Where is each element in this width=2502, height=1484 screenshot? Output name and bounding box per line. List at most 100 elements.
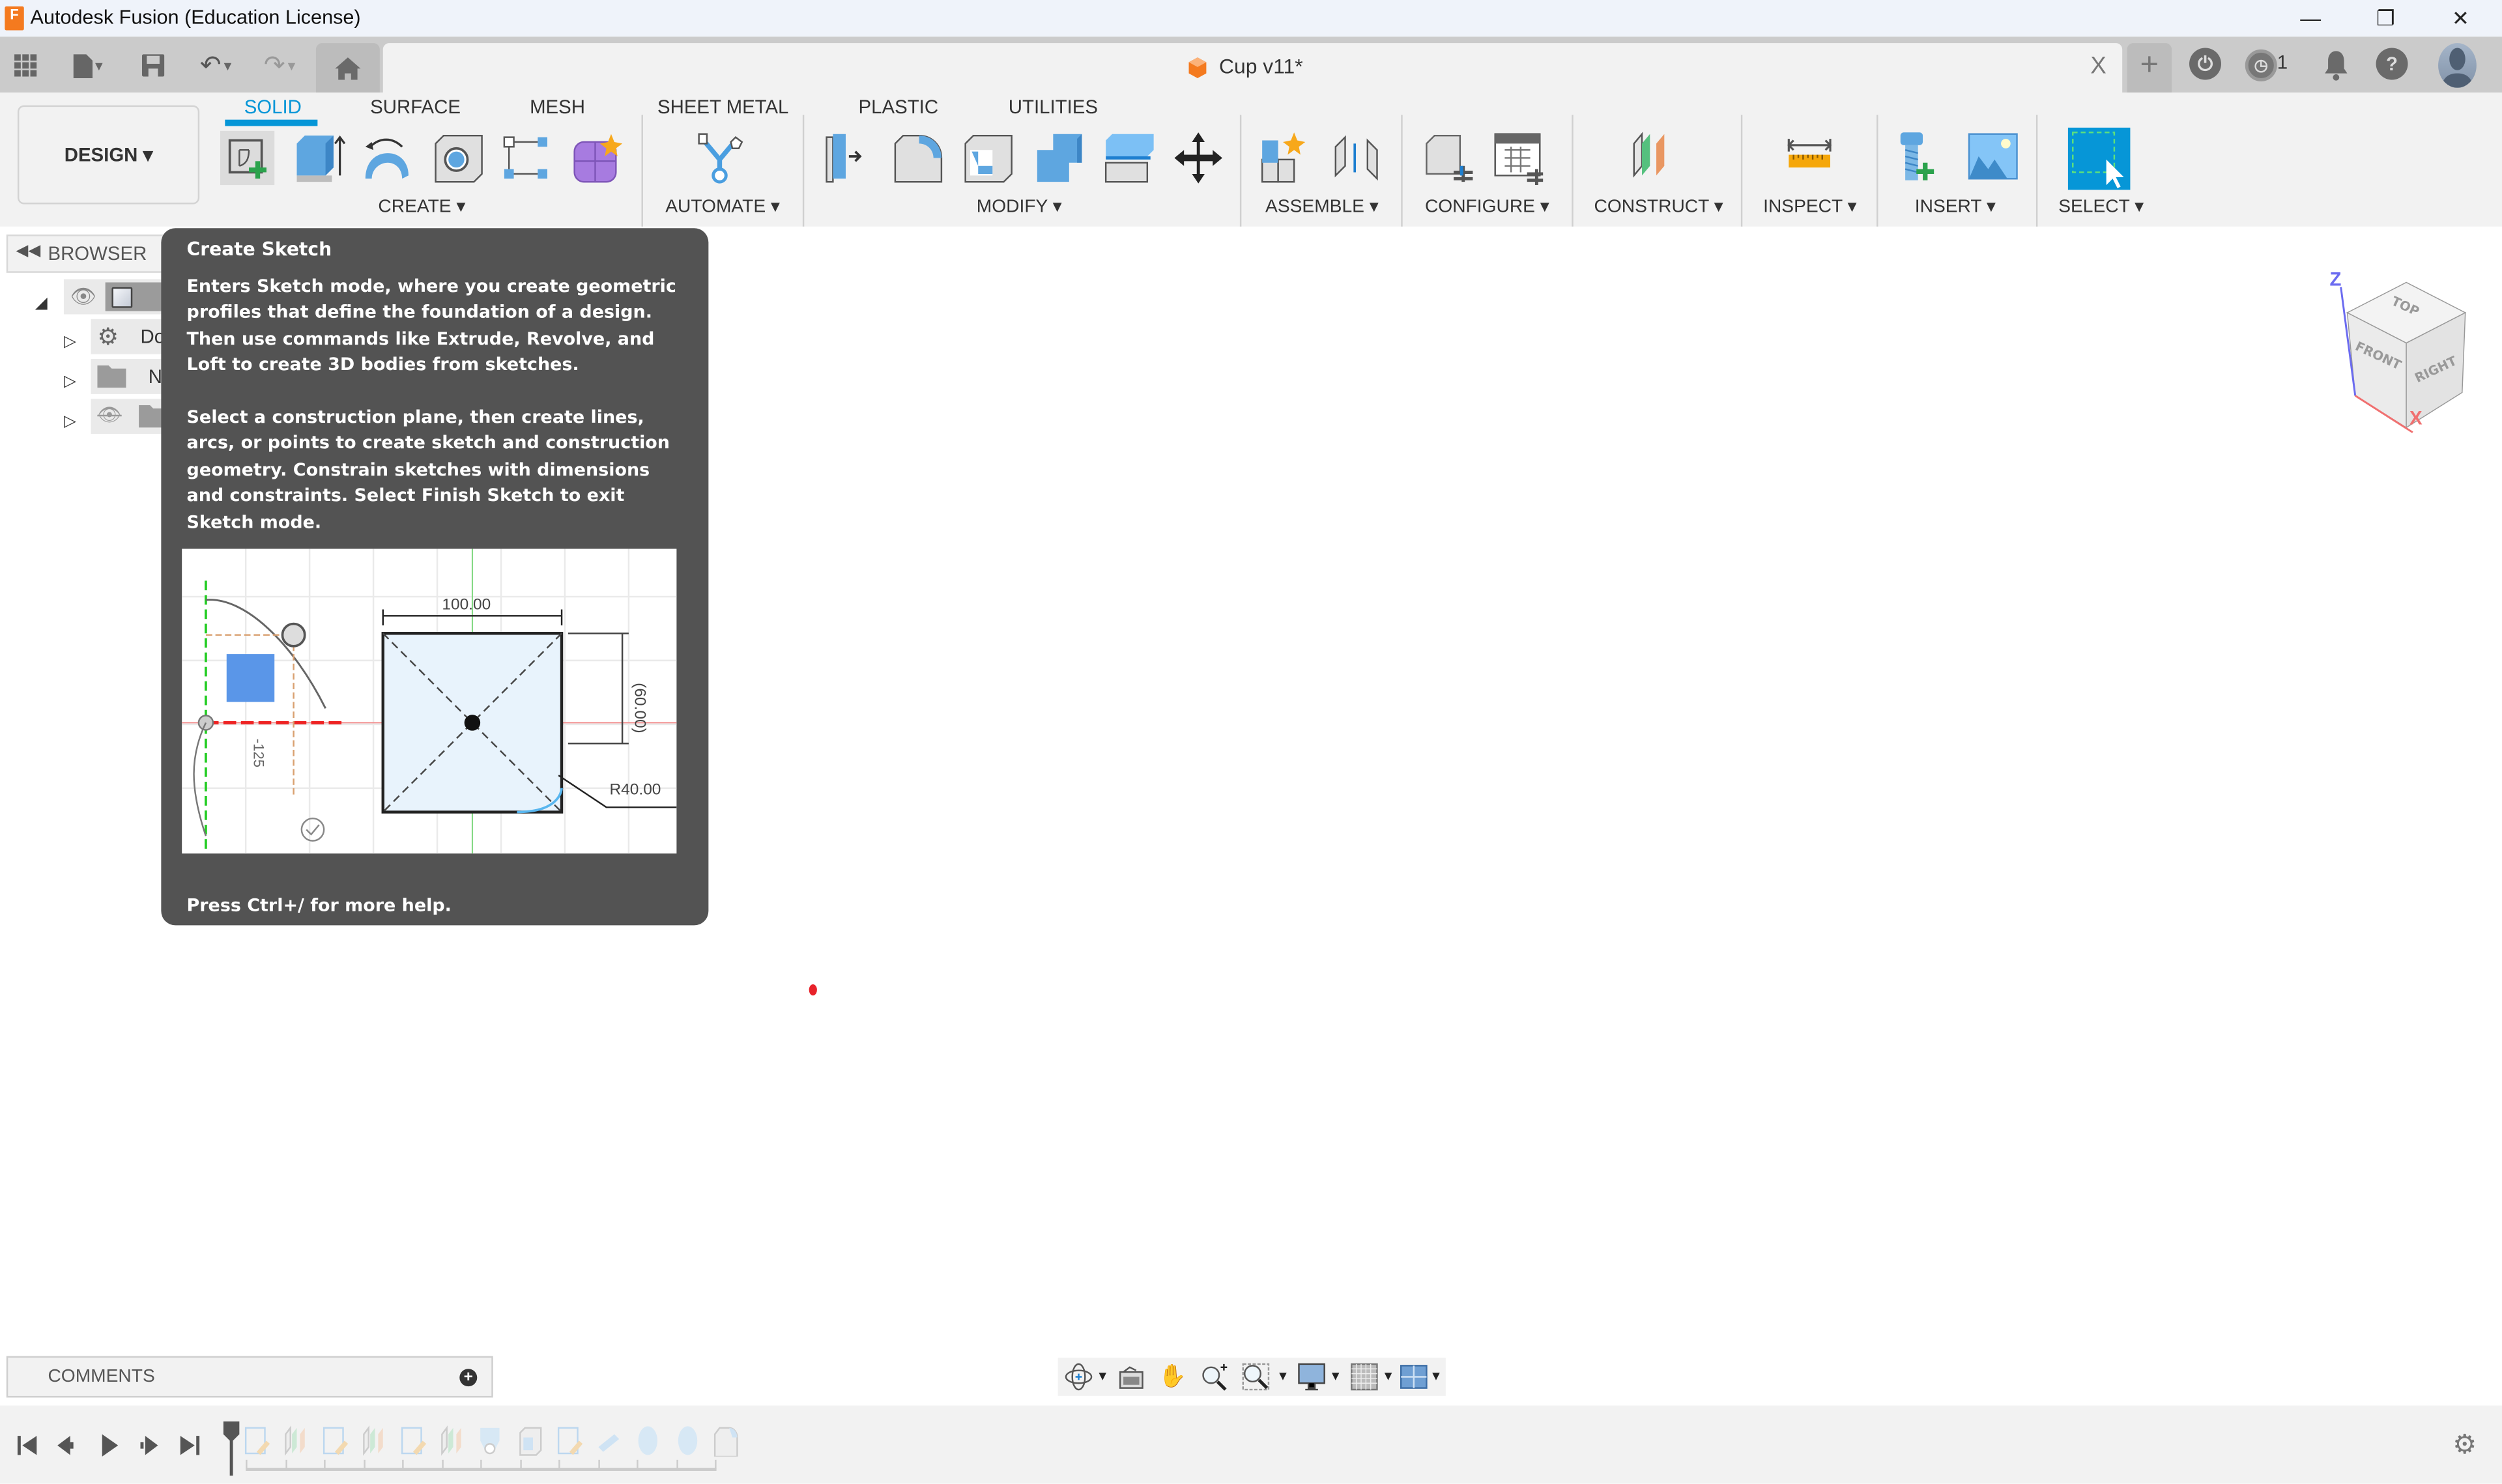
home-tab[interactable] — [315, 43, 380, 93]
offset-plane-button[interactable] — [1629, 131, 1683, 185]
combine-button[interactable] — [1031, 131, 1085, 185]
look-at-button[interactable] — [1117, 1362, 1145, 1391]
offset-face-button[interactable] — [1101, 131, 1155, 185]
fillet-button[interactable] — [891, 131, 945, 185]
timeline-feature-sketch[interactable] — [242, 1425, 271, 1457]
modify-group-label[interactable]: MODIFY ▾ — [977, 195, 1062, 217]
browser-row-document-settings[interactable]: ⚙ Do — [91, 319, 165, 354]
comments-panel[interactable]: COMMENTS + — [6, 1356, 493, 1398]
chevron-down-icon[interactable]: ▼ — [1382, 1369, 1394, 1383]
timeline-feature-fillet[interactable] — [712, 1425, 740, 1458]
chevron-down-icon[interactable]: ▼ — [1096, 1369, 1108, 1383]
timeline-last-button[interactable] — [177, 1433, 203, 1458]
timeline-feature-sketch[interactable] — [321, 1425, 349, 1457]
tab-solid[interactable]: SOLID — [244, 96, 302, 118]
inspect-group-label[interactable]: INSPECT ▾ — [1763, 195, 1857, 217]
browser-row-expander[interactable]: ▷ — [64, 365, 76, 394]
automate-group-label[interactable]: AUTOMATE ▾ — [665, 195, 780, 217]
timeline-feature-pipe[interactable] — [594, 1425, 623, 1457]
close-tab-button[interactable]: X — [2090, 53, 2107, 80]
close-window-button[interactable]: ✕ — [2424, 0, 2497, 36]
browser-row-named-views[interactable]: N — [91, 359, 163, 394]
timeline-first-button[interactable] — [14, 1433, 40, 1458]
minimize-button[interactable]: — — [2274, 0, 2348, 36]
timeline-next-button[interactable] — [136, 1433, 161, 1458]
timeline-feature-sketch[interactable] — [399, 1425, 427, 1457]
chevron-down-icon[interactable]: ▼ — [1276, 1369, 1289, 1383]
insert-canvas-button[interactable] — [1966, 131, 2020, 185]
tab-mesh[interactable]: MESH — [530, 96, 585, 118]
timeline-play-button[interactable] — [96, 1433, 121, 1458]
chevron-down-icon[interactable]: ▼ — [1329, 1369, 1342, 1383]
chevron-down-icon[interactable]: ▼ — [1430, 1369, 1442, 1383]
configure-group-label[interactable]: CONFIGURE ▾ — [1425, 195, 1549, 217]
pattern-button[interactable] — [500, 131, 554, 185]
viewports-button[interactable] — [1400, 1362, 1428, 1391]
add-comment-button[interactable]: + — [459, 1369, 478, 1387]
job-status-button[interactable]: ◷ — [2245, 49, 2277, 81]
redo-button[interactable]: ↷ ▼ — [255, 50, 306, 81]
zoom-button[interactable] — [1200, 1362, 1229, 1391]
orbit-button[interactable] — [1064, 1362, 1093, 1391]
browser-row-expander[interactable]: ▷ — [64, 405, 76, 434]
save-button[interactable] — [137, 50, 169, 81]
browser-row-expander[interactable]: ◢ — [35, 287, 48, 316]
file-menu-button[interactable]: ▼ — [64, 50, 115, 81]
restore-button[interactable]: ❐ — [2349, 0, 2423, 36]
pan-button[interactable]: ✋ — [1158, 1362, 1187, 1391]
timeline-feature-ellipsoid[interactable] — [672, 1425, 701, 1457]
select-group-label[interactable]: SELECT ▾ — [2058, 195, 2144, 217]
timeline-feature-ellipsoid[interactable] — [633, 1425, 662, 1457]
grid-settings-button[interactable] — [1350, 1362, 1379, 1391]
timeline-feature-sketch[interactable] — [555, 1425, 584, 1457]
extrude-button[interactable] — [292, 131, 346, 185]
automate-button[interactable] — [694, 131, 748, 185]
browser-row-root[interactable]: 👁 — [63, 279, 163, 315]
avatar[interactable] — [2438, 43, 2477, 88]
view-cube[interactable]: Z X TOP FRONT RIGHT — [2322, 260, 2481, 435]
timeline-feature-plane[interactable] — [281, 1425, 310, 1457]
help-button[interactable]: ? — [2376, 48, 2408, 80]
measure-button[interactable] — [1783, 131, 1837, 185]
workspace-switcher[interactable]: DESIGN ▾ — [17, 105, 200, 205]
settings-button[interactable]: ⚙ — [2452, 1429, 2477, 1461]
tab-surface[interactable]: SURFACE — [370, 96, 461, 118]
extensions-button[interactable]: ⏻ — [2189, 48, 2222, 80]
revolve-button[interactable] — [360, 131, 414, 185]
browser-row-expander[interactable]: ▷ — [64, 326, 76, 354]
timeline-feature-plane[interactable] — [438, 1425, 467, 1457]
tab-sheet-metal[interactable]: SHEET METAL — [657, 96, 788, 118]
press-pull-button[interactable] — [820, 131, 874, 185]
new-component-button[interactable] — [1259, 131, 1313, 185]
change-parameters-button[interactable] — [1422, 131, 1476, 185]
timeline-previous-button[interactable] — [54, 1433, 79, 1458]
timeline-feature-plane[interactable] — [360, 1425, 388, 1457]
tab-utilities[interactable]: UTILITIES — [1009, 96, 1098, 118]
shell-button[interactable] — [960, 131, 1014, 185]
select-button[interactable] — [2067, 127, 2131, 190]
insert-component-button[interactable] — [1895, 131, 1949, 185]
move-copy-button[interactable] — [1172, 131, 1226, 185]
hole-button[interactable] — [431, 131, 485, 185]
notifications-button[interactable] — [2322, 50, 2353, 81]
timeline-feature-shell[interactable] — [516, 1425, 545, 1457]
create-form-button[interactable] — [569, 131, 624, 185]
collapse-icon[interactable]: ◀◀ — [16, 242, 40, 260]
document-tab[interactable]: Cup v11* X — [382, 43, 2123, 93]
tab-plastic[interactable]: PLASTIC — [859, 96, 938, 118]
insert-group-label[interactable]: INSERT ▾ — [1915, 195, 1996, 217]
create-group-label[interactable]: CREATE ▾ — [378, 195, 465, 217]
construct-group-label[interactable]: CONSTRUCT ▾ — [1594, 195, 1723, 217]
assemble-group-label[interactable]: ASSEMBLE ▾ — [1265, 195, 1379, 217]
timeline-marker[interactable] — [222, 1421, 240, 1476]
timeline-feature-loft[interactable] — [477, 1425, 506, 1457]
browser-row-hidden-folder[interactable]: 👁 — [91, 399, 163, 435]
new-tab-button[interactable]: + — [2127, 43, 2172, 93]
display-settings-button[interactable] — [1297, 1362, 1326, 1391]
data-panel-button[interactable] — [10, 50, 42, 81]
configuration-table-button[interactable] — [1492, 131, 1546, 186]
undo-button[interactable]: ↶ ▼ — [192, 50, 242, 81]
fit-button[interactable] — [1241, 1362, 1270, 1391]
create-sketch-button[interactable] — [220, 130, 275, 186]
joint-button[interactable] — [1329, 131, 1383, 185]
